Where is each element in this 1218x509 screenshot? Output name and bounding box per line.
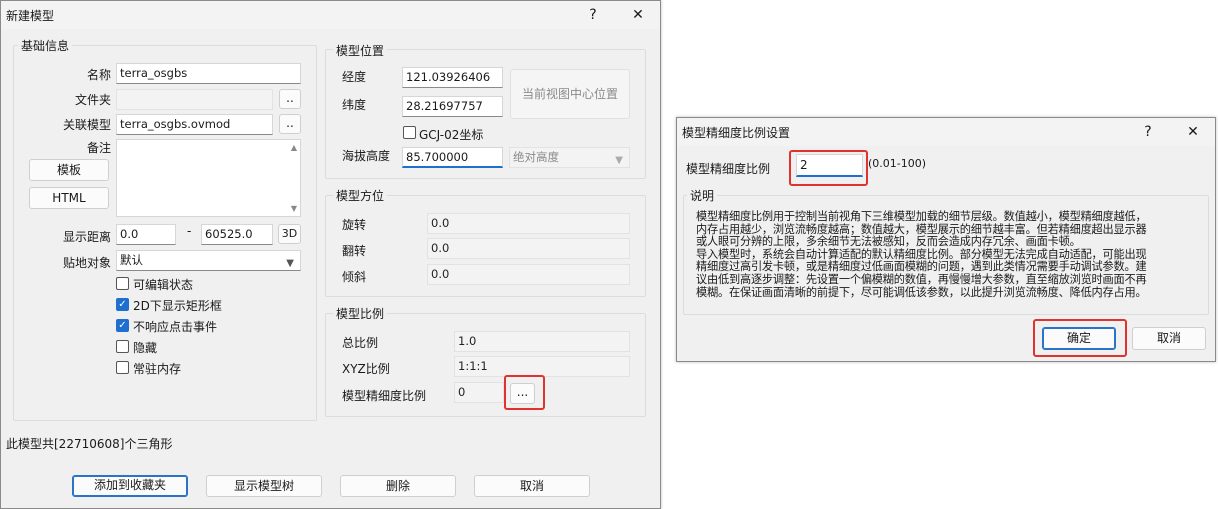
cancel-button[interactable]: 取消 xyxy=(474,475,590,497)
altitude-mode-select: 绝对高度 ▼ xyxy=(509,147,630,168)
ok-button-highlight xyxy=(1033,319,1127,357)
linked-model-input[interactable]: terra_osgbs.ovmod xyxy=(116,114,273,135)
scroll-down-icon[interactable]: ▼ xyxy=(291,204,297,213)
new-model-dialog: 新建模型 ? ✕ 基础信息 名称 terra_osgbs 文件夹 .. 关联模型… xyxy=(0,0,661,509)
3d-button[interactable]: 3D xyxy=(278,224,301,244)
distance-max-input[interactable]: 60525.0 xyxy=(201,224,273,245)
description-line: 或人眼可分辨的上限，多余细节无法被感知，反而会造成内存冗余、画面卡顿。 xyxy=(696,235,1081,249)
no-click-response-checkbox[interactable]: ✓ xyxy=(116,319,129,332)
total-scale-label: 总比例 xyxy=(342,336,379,350)
fine-dialog-title-bar[interactable]: 模型精细度比例设置 ? ✕ xyxy=(677,118,1215,146)
distance-separator: - xyxy=(187,224,192,238)
rotate-label: 旋转 xyxy=(342,218,367,232)
gcj02-checkbox[interactable] xyxy=(403,126,416,139)
latitude-input[interactable]: 28.21697757 xyxy=(402,96,503,117)
fine-scale-label: 模型精细度比例 xyxy=(342,389,427,403)
show-rect-2d-checkbox[interactable]: ✓ xyxy=(116,298,129,311)
description-line: 模型精细度比例用于控制当前视角下三维模型加载的细节层级。数值越小，模型精细度越低… xyxy=(696,210,1147,223)
help-icon[interactable]: ? xyxy=(1130,121,1166,143)
altitude-input[interactable]: 85.700000 xyxy=(402,147,503,168)
display-distance-label: 显示距离 xyxy=(62,230,111,244)
triangle-count-info: 此模型共[22710608]个三角形 xyxy=(6,437,173,451)
title-bar[interactable]: 新建模型 ? ✕ xyxy=(1,1,660,29)
description-legend: 说明 xyxy=(687,187,718,204)
folder-browse-button[interactable]: .. xyxy=(279,89,301,109)
longitude-label: 经度 xyxy=(342,70,367,84)
fine-ratio-label: 模型精细度比例 xyxy=(686,162,771,176)
fine-scale-dialog: 模型精细度比例设置 ? ✕ 模型精细度比例 2 (0.01-100) 说明 模型… xyxy=(676,117,1216,362)
tilt-label: 倾斜 xyxy=(342,270,367,284)
model-orientation-legend: 模型方位 xyxy=(333,187,388,204)
add-to-favorites-button[interactable]: 添加到收藏夹 xyxy=(72,475,188,497)
description-line: 议由低到高逐步调整：先设置一个偏模糊的数值，再慢慢增大参数，直至缩放浏览时画面不… xyxy=(696,272,1147,286)
no-click-response-label: 不响应点击事件 xyxy=(133,320,218,334)
ground-object-label: 贴地对象 xyxy=(62,256,111,270)
close-icon[interactable]: ✕ xyxy=(620,4,656,26)
template-button[interactable]: 模板 xyxy=(29,159,109,181)
xyz-scale-input: 1:1:1 xyxy=(454,356,630,377)
flip-label: 翻转 xyxy=(342,244,367,258)
fine-dialog-title: 模型精细度比例设置 xyxy=(682,126,791,140)
distance-min-input[interactable]: 0.0 xyxy=(116,224,176,245)
name-input[interactable]: terra_osgbs xyxy=(116,63,301,84)
editable-checkbox[interactable] xyxy=(116,277,129,290)
xyz-scale-label: XYZ比例 xyxy=(342,362,390,376)
model-scale-legend: 模型比例 xyxy=(333,305,388,322)
tilt-input: 0.0 xyxy=(427,264,630,285)
linked-model-label: 关联模型 xyxy=(62,118,111,132)
chevron-down-icon: ▼ xyxy=(286,258,294,269)
fine-scale-input: 0 xyxy=(454,382,504,403)
editable-label: 可编辑状态 xyxy=(133,278,194,292)
html-button[interactable]: HTML xyxy=(29,187,109,209)
rotate-input: 0.0 xyxy=(427,213,630,234)
linked-model-browse-button[interactable]: .. xyxy=(279,114,301,134)
hidden-label: 隐藏 xyxy=(133,341,158,355)
fine-cancel-button[interactable]: 取消 xyxy=(1132,327,1206,350)
help-icon[interactable]: ? xyxy=(575,4,611,26)
scroll-up-icon[interactable]: ▲ xyxy=(291,143,297,152)
dialog-title: 新建模型 xyxy=(6,9,55,23)
delete-button[interactable]: 删除 xyxy=(340,475,456,497)
description-text: 模型精细度比例用于控制当前视角下三维模型加载的细节层级。数值越小，模型精细度越低… xyxy=(696,210,1206,299)
gcj02-label: GCJ-02坐标 xyxy=(419,128,484,142)
ground-object-select[interactable]: 默认 ▼ xyxy=(116,250,301,271)
ground-object-value: 默认 xyxy=(120,253,143,267)
resident-memory-label: 常驻内存 xyxy=(133,362,182,376)
name-label: 名称 xyxy=(86,68,111,82)
latitude-label: 纬度 xyxy=(342,98,367,112)
model-position-legend: 模型位置 xyxy=(333,42,388,59)
folder-label: 文件夹 xyxy=(74,93,111,107)
fine-ratio-highlight xyxy=(789,150,868,186)
hidden-checkbox[interactable] xyxy=(116,340,129,353)
total-scale-input: 1.0 xyxy=(454,331,630,352)
fine-scale-highlight xyxy=(504,375,545,410)
current-view-center-button[interactable]: 当前视图中心位置 xyxy=(510,69,630,119)
basic-info-legend: 基础信息 xyxy=(18,37,73,54)
fine-ratio-range: (0.01-100) xyxy=(868,157,927,170)
close-icon[interactable]: ✕ xyxy=(1175,121,1211,143)
altitude-label: 海拔高度 xyxy=(342,149,391,163)
show-rect-2d-label: 2D下显示矩形框 xyxy=(133,299,222,313)
description-line: 模糊。在保证画面清晰的前提下，尽可能调低该参数，以此提升浏览流畅度、降低内存占用… xyxy=(696,285,1147,299)
show-model-tree-button[interactable]: 显示模型树 xyxy=(206,475,322,497)
remark-label: 备注 xyxy=(86,141,111,155)
longitude-input[interactable]: 121.03926406 xyxy=(402,67,503,88)
chevron-down-icon: ▼ xyxy=(615,155,623,166)
altitude-mode-value: 绝对高度 xyxy=(513,150,559,164)
resident-memory-checkbox[interactable] xyxy=(116,361,129,374)
folder-input xyxy=(116,89,273,110)
flip-input: 0.0 xyxy=(427,238,630,259)
remark-textarea[interactable]: ▲ ▼ xyxy=(116,139,301,217)
